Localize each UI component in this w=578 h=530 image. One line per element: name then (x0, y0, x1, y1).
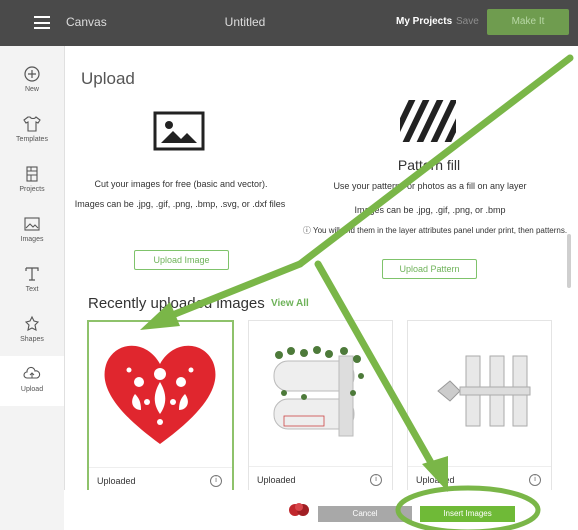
page-title: Upload (81, 69, 135, 88)
sidebar-item-label: Upload (20, 386, 44, 393)
bookshelf-thumbnail (437, 355, 531, 427)
card-label: Uploaded (97, 476, 136, 486)
cloud-upload-icon (23, 366, 41, 379)
pattern-fill-note-text: You will find them in the layer attribut… (313, 226, 568, 235)
sidebar-item-label: Text (25, 286, 39, 293)
sidebar-item-label: Projects (19, 186, 45, 193)
shapes-icon (24, 315, 40, 331)
card-label: Uploaded (416, 475, 455, 485)
tshirt-icon (23, 116, 41, 132)
insert-images-button[interactable]: Insert Images (420, 506, 515, 522)
sidebar-item-label: Shapes (20, 336, 44, 343)
text-icon (25, 267, 39, 281)
uploaded-image-card[interactable]: Uploaded i (248, 320, 393, 492)
image-icon (24, 217, 40, 231)
cricut-logo-icon (289, 503, 309, 516)
top-bar: Canvas Untitled My Projects Save Make It (0, 0, 578, 46)
card-label: Uploaded (257, 475, 296, 485)
info-icon[interactable]: i (370, 474, 382, 486)
recent-uploads-title: Recently uploaded images (88, 295, 265, 312)
sidebar-item-new[interactable]: New (0, 56, 64, 106)
heart-thumbnail (104, 345, 216, 444)
info-icon[interactable]: i (529, 474, 541, 486)
upload-image-icon (153, 111, 205, 151)
pattern-fill-formats: Images can be .jpg, .gif, .png, or .bmp (354, 205, 506, 215)
plus-circle-icon (24, 66, 40, 82)
save-button[interactable]: Save (456, 16, 479, 27)
uploaded-image-card[interactable]: Uploaded i (407, 320, 552, 492)
pattern-fill-title: Pattern fill (397, 157, 461, 173)
my-projects-link[interactable]: My Projects (396, 16, 452, 27)
uploaded-image-card[interactable]: Uploaded i (87, 320, 234, 494)
sidebar-item-label: New (24, 86, 39, 93)
pattern-fill-icon (400, 100, 456, 142)
sidebar-item-label: Templates (16, 136, 48, 143)
upload-pattern-button[interactable]: Upload Pattern (382, 259, 477, 279)
pattern-fill-desc: Use your patterns or photos as a fill on… (333, 181, 527, 191)
upload-image-button[interactable]: Upload Image (134, 250, 229, 270)
pattern-fill-note: ⓘ You will find them in the layer attrib… (302, 226, 568, 235)
scrollbar[interactable] (567, 234, 571, 288)
sidebar-item-templates[interactable]: Templates (0, 106, 64, 156)
upload-panel: Upload Cut your images for free (basic a… (64, 46, 578, 530)
sidebar-item-projects[interactable]: Projects (0, 156, 64, 206)
sidebar-item-images[interactable]: Images (0, 206, 64, 256)
sidebar: New Templates Projects Images Text Shape… (0, 46, 65, 530)
projects-icon (26, 166, 38, 182)
sidebar-item-shapes[interactable]: Shapes (0, 306, 64, 356)
sidebar-item-label: Images (20, 236, 44, 243)
make-it-button[interactable]: Make It (487, 9, 569, 35)
view-all-link[interactable]: View All (271, 298, 309, 309)
upload-image-formats: Images can be .jpg, .gif, .png, .bmp, .s… (74, 199, 286, 209)
sidebar-item-upload[interactable]: Upload (0, 356, 64, 406)
cancel-button[interactable]: Cancel (318, 506, 412, 522)
info-icon[interactable]: i (210, 475, 222, 487)
upload-image-desc: Cut your images for free (basic and vect… (94, 179, 268, 189)
sidebar-item-text[interactable]: Text (0, 256, 64, 306)
bookend-thumbnail (273, 346, 364, 437)
